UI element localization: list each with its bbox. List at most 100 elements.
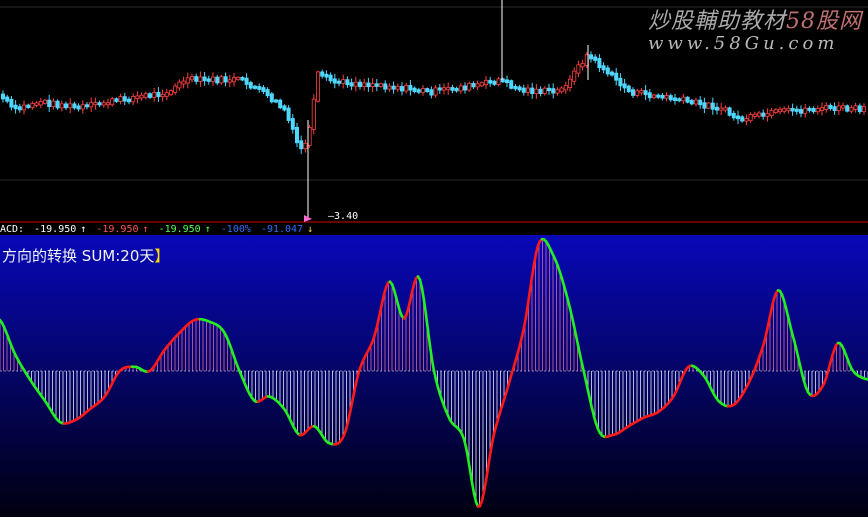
indicator-value-1: -19.950 ↑ (34, 224, 87, 235)
watermark-url: www.58Gu.com (648, 33, 839, 54)
candle-body (475, 83, 480, 88)
candle-body (429, 89, 434, 96)
candle-body (446, 87, 451, 91)
candle-body (366, 82, 371, 88)
candle-body (626, 85, 631, 93)
candle-body (698, 99, 703, 106)
candle-body (290, 118, 295, 130)
candle-body (9, 98, 14, 108)
candle-body (227, 79, 232, 83)
candle-body (26, 104, 31, 108)
candle-body (370, 83, 375, 88)
candle-body (643, 90, 648, 96)
indicator-value-3: -19.950 ↑ (158, 224, 211, 235)
candle-body (38, 101, 43, 106)
candle-body (807, 107, 812, 111)
candle-body (43, 99, 48, 104)
candle-body (147, 93, 152, 98)
candle-body (160, 93, 165, 98)
candle-body (631, 89, 636, 96)
candle-body (635, 90, 640, 96)
candle-body (68, 103, 73, 109)
candle-body (857, 105, 862, 113)
candle-body (647, 92, 652, 99)
candle-body (677, 98, 682, 102)
candle-body (668, 95, 673, 101)
candle-body (391, 85, 396, 90)
candle-body (135, 95, 140, 99)
candle-body (168, 90, 173, 96)
candle-body (72, 103, 77, 109)
candle-body (639, 90, 644, 94)
candle-body (47, 99, 52, 107)
candle-body (727, 107, 732, 116)
candle-body (841, 105, 846, 109)
candle-body (761, 112, 766, 117)
candle-body (862, 106, 867, 113)
candle-body (177, 81, 182, 89)
candle-body (114, 98, 119, 102)
candle-body (605, 67, 610, 75)
candle-body (740, 116, 745, 122)
candle-body (790, 107, 795, 112)
candle-body (143, 93, 148, 98)
candle-body (202, 76, 207, 82)
candle-body (576, 64, 581, 74)
candle-body (131, 96, 136, 103)
candle-body (261, 87, 266, 92)
candle-body (757, 112, 762, 117)
candle-body (286, 107, 291, 121)
candle-body (156, 91, 161, 98)
candle-body (820, 107, 825, 111)
candle-body (139, 94, 144, 99)
candle-body (589, 54, 594, 60)
candle-body (731, 112, 736, 119)
indicator-value-bar: ACD: -19.950 ↑ -19.950 ↑ -19.950 ↑ -100% -9… (0, 222, 868, 237)
candle-body (13, 104, 18, 110)
candle-body (332, 78, 337, 84)
candle-body (374, 83, 379, 87)
candle-body (101, 102, 106, 106)
candle-body (744, 118, 749, 122)
candle-body (824, 104, 829, 110)
candle-body (399, 86, 404, 92)
candle-body (769, 110, 774, 117)
candle-body (563, 85, 568, 91)
candle-body (811, 108, 816, 113)
candle-body (420, 88, 425, 93)
candle-body (265, 89, 270, 97)
candle-body (765, 113, 770, 117)
candle-body (450, 87, 455, 91)
candle-body (244, 77, 249, 85)
candle-body (736, 115, 741, 120)
candle-body (752, 113, 757, 117)
candle-body (656, 94, 661, 98)
candle-body (181, 80, 186, 85)
candle-body (110, 98, 115, 106)
watermark-site: 炒股輔助教材58股网 (648, 9, 863, 34)
candle-body (93, 102, 98, 106)
candle-body (425, 88, 430, 93)
candle-body (189, 76, 194, 81)
candle-body (836, 105, 841, 112)
candle-body (273, 99, 278, 103)
candle-body (185, 77, 190, 84)
candle-body (601, 65, 606, 71)
candle-body (483, 79, 488, 86)
candle-body (845, 105, 850, 112)
candle-body (122, 96, 127, 102)
candle-body (173, 85, 178, 93)
candle-body (320, 71, 325, 77)
candle-body (832, 106, 837, 112)
candle-body (504, 79, 509, 84)
candle-body (198, 76, 203, 82)
candle-body (97, 102, 102, 106)
candlestick-series (0, 51, 867, 154)
candle-body (127, 98, 132, 103)
candle-body (534, 88, 539, 94)
candle-body (664, 95, 669, 99)
candle-body (815, 108, 820, 113)
candle-body (614, 72, 619, 81)
candle-body (328, 74, 333, 82)
indicator-value-2: -19.950 ↑ (96, 224, 149, 235)
